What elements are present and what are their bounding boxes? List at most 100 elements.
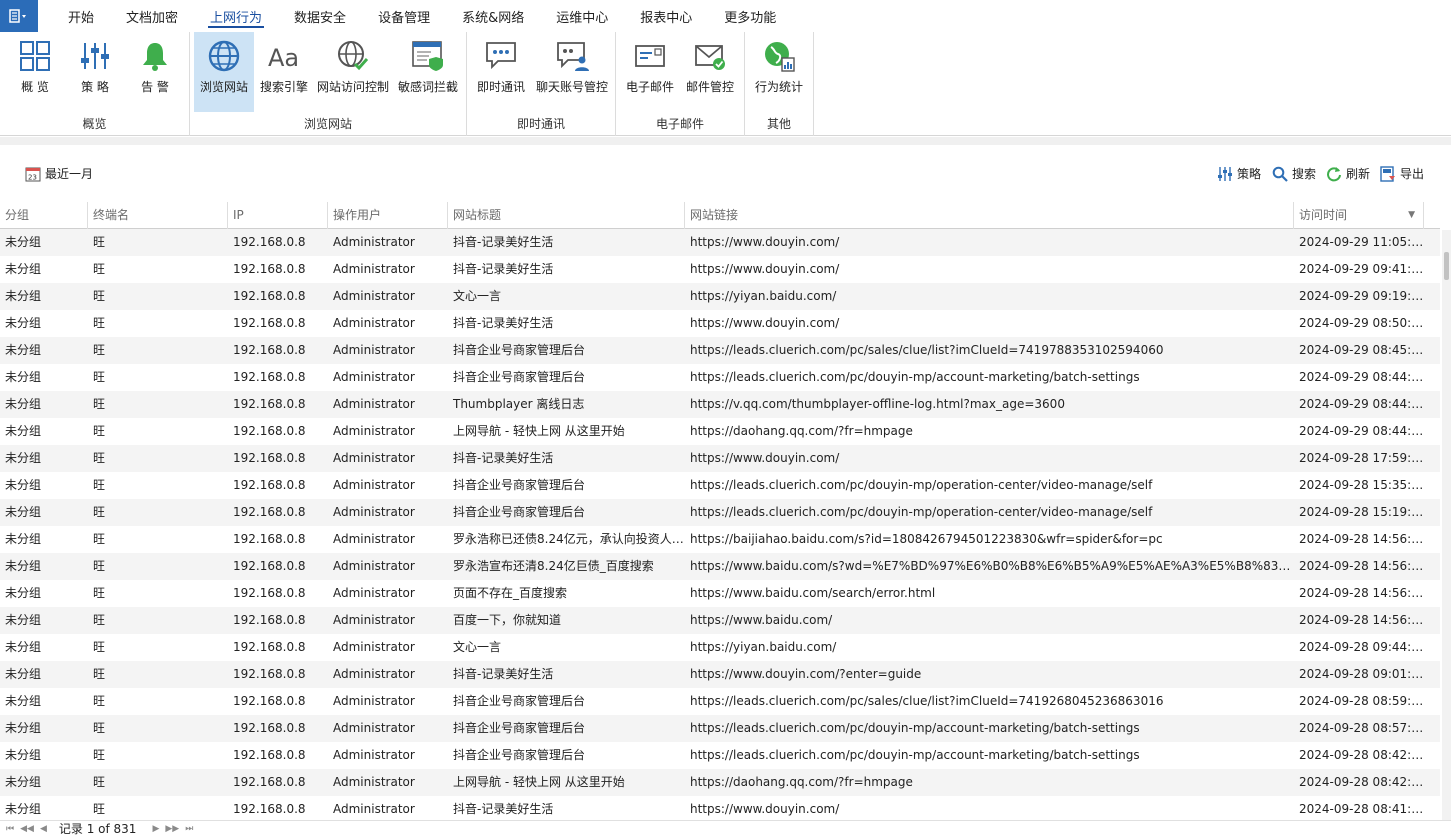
table-row[interactable]: 未分组 旺 192.168.0.8 Administrator 抖音-记录美好生活 htt…	[0, 256, 1440, 283]
site-title-cell: 抖音-记录美好生活	[453, 451, 554, 465]
site-title-cell: 罗永浩称已还债8.24亿元，承认向投资人…	[453, 532, 684, 546]
column-header-terminal[interactable]: 终端名	[88, 202, 228, 229]
group-cell: 未分组	[5, 262, 42, 276]
date-filter-button[interactable]: 23 最近一月	[25, 165, 93, 182]
search-icon	[1272, 166, 1288, 182]
column-header-group[interactable]: 分组	[0, 202, 88, 229]
column-header-site-title[interactable]: 网站标题	[448, 202, 685, 229]
policy-toolbar-button[interactable]: 策略	[1217, 165, 1261, 182]
menu-tab-web-behavior[interactable]: 上网行为	[194, 0, 278, 32]
site-url-cell: https://leads.cluerich.com/pc/douyin-mp/…	[690, 505, 1153, 519]
scrollbar-thumb[interactable]	[1444, 252, 1449, 280]
column-header-user[interactable]: 操作用户	[328, 202, 448, 229]
overview-button[interactable]: 概 览	[10, 32, 60, 112]
menu-tab-start[interactable]: 开始	[52, 0, 110, 32]
visit-time-cell: 2024-09-28 17:59:28	[1299, 451, 1424, 465]
next-page-button[interactable]: ▶▶	[165, 824, 179, 834]
ribbon: 概 览 策 略 告 警 概览 浏览网站 Aa 搜索引擎 网站访问控制 敏感词拦截…	[0, 32, 1451, 136]
table-row[interactable]: 未分组 旺 192.168.0.8 Administrator 抖音企业号商家管理后台 h…	[0, 337, 1440, 364]
sensitive-words-button[interactable]: 敏感词拦截	[396, 32, 460, 112]
site-url-cell: https://www.douyin.com/	[690, 316, 840, 330]
menu-tab-system-network[interactable]: 系统&网络	[446, 0, 540, 32]
table-row[interactable]: 未分组 旺 192.168.0.8 Administrator Thumbplayer …	[0, 391, 1440, 418]
group-cell: 未分组	[5, 613, 42, 627]
first-page-button[interactable]: ⏮	[6, 824, 14, 834]
table-row[interactable]: 未分组 旺 192.168.0.8 Administrator 抖音企业号商家管理后台 h…	[0, 688, 1440, 715]
vertical-scrollbar[interactable]	[1442, 230, 1451, 820]
search-button[interactable]: 搜索	[1272, 165, 1316, 182]
refresh-button[interactable]: 刷新	[1326, 165, 1370, 182]
svg-text:23: 23	[28, 173, 37, 181]
ribbon-group-im: 即时通讯 聊天账号管控 即时通讯	[467, 32, 616, 136]
table-row[interactable]: 未分组 旺 192.168.0.8 Administrator 抖音企业号商家管理后台 h…	[0, 715, 1440, 742]
im-button[interactable]: 即时通讯	[473, 32, 529, 112]
ribbon-group-other: 行为统计 其他	[745, 32, 814, 136]
menu-bar: 开始 文档加密 上网行为 数据安全 设备管理 系统&网络 运维中心 报表中心 更…	[0, 0, 1451, 32]
table-row[interactable]: 未分组 旺 192.168.0.8 Administrator 页面不存在_百度搜索 ht…	[0, 580, 1440, 607]
pager: ⏮ ◀◀ ◀ 记录 1 of 831 ▶ ▶▶ ⏭	[0, 820, 1451, 836]
table-row[interactable]: 未分组 旺 192.168.0.8 Administrator 抖音-记录美好生活 htt…	[0, 310, 1440, 337]
next-record-button[interactable]: ▶	[152, 824, 159, 834]
user-cell: Administrator	[333, 478, 415, 492]
menu-tab-device-manage[interactable]: 设备管理	[362, 0, 446, 32]
site-url-cell: https://www.baidu.com/	[690, 613, 833, 627]
table-row[interactable]: 未分组 旺 192.168.0.8 Administrator 抖音-记录美好生活 htt…	[0, 445, 1440, 472]
site-access-control-button[interactable]: 网站访问控制	[314, 32, 392, 112]
sort-desc-icon[interactable]: ▼	[1408, 202, 1415, 229]
export-button-label: 导出	[1400, 167, 1425, 181]
column-header-ip[interactable]: IP	[228, 202, 328, 229]
table-row[interactable]: 未分组 旺 192.168.0.8 Administrator 抖音-记录美好生活 htt…	[0, 661, 1440, 688]
table-row[interactable]: 未分组 旺 192.168.0.8 Administrator 抖音-记录美好生活 htt…	[0, 229, 1440, 256]
app-menu-icon	[9, 9, 26, 23]
site-access-control-label: 网站访问控制	[316, 80, 389, 94]
menu-tab-more[interactable]: 更多功能	[708, 0, 792, 32]
browse-web-button[interactable]: 浏览网站	[194, 32, 254, 112]
table-row[interactable]: 未分组 旺 192.168.0.8 Administrator 抖音企业号商家管理后台 h…	[0, 742, 1440, 769]
table-row[interactable]: 未分组 旺 192.168.0.8 Administrator 抖音企业号商家管理后台 h…	[0, 499, 1440, 526]
menu-tab-data-security[interactable]: 数据安全	[278, 0, 362, 32]
export-button[interactable]: 导出	[1380, 165, 1424, 182]
user-cell: Administrator	[333, 262, 415, 276]
menu-tab-ops-center[interactable]: 运维中心	[540, 0, 624, 32]
group-cell: 未分组	[5, 343, 42, 357]
search-engine-button[interactable]: Aa 搜索引擎	[258, 32, 310, 112]
column-header-visit-time[interactable]: 访问时间 ▼	[1294, 202, 1424, 229]
site-title-cell: 抖音企业号商家管理后台	[453, 505, 586, 519]
chat-accounts-button[interactable]: 聊天账号管控	[533, 32, 611, 112]
menu-tab-doc-encrypt[interactable]: 文档加密	[110, 0, 194, 32]
terminal-cell: 旺	[93, 532, 106, 546]
group-cell: 未分组	[5, 559, 42, 573]
site-url-cell: https://yiyan.baidu.com/	[690, 640, 837, 654]
terminal-cell: 旺	[93, 397, 106, 411]
globe-stats-icon	[759, 36, 799, 76]
table-row[interactable]: 未分组 旺 192.168.0.8 Administrator 上网导航 - 轻快上网 …	[0, 418, 1440, 445]
table-row[interactable]: 未分组 旺 192.168.0.8 Administrator 罗永浩宣布还清8.24亿…	[0, 553, 1440, 580]
user-cell: Administrator	[333, 316, 415, 330]
site-url-cell: https://v.qq.com/thumbplayer-offline-log…	[690, 397, 1065, 411]
table-row[interactable]: 未分组 旺 192.168.0.8 Administrator 抖音企业号商家管理后台 h…	[0, 472, 1440, 499]
prev-page-button[interactable]: ◀◀	[20, 824, 34, 834]
terminal-cell: 旺	[93, 343, 106, 357]
policy-ribbon-button[interactable]: 策 略	[70, 32, 120, 112]
ip-cell: 192.168.0.8	[233, 505, 306, 519]
table-row[interactable]: 未分组 旺 192.168.0.8 Administrator 文心一言 https://…	[0, 634, 1440, 661]
table-row[interactable]: 未分组 旺 192.168.0.8 Administrator 上网导航 - 轻快上网 …	[0, 769, 1440, 796]
table-row[interactable]: 未分组 旺 192.168.0.8 Administrator 百度一下，你就知道 htt…	[0, 607, 1440, 634]
im-button-label: 即时通讯	[476, 80, 525, 94]
last-page-button[interactable]: ⏭	[185, 824, 193, 834]
menu-tab-report-center[interactable]: 报表中心	[624, 0, 708, 32]
app-menu-button[interactable]	[0, 0, 38, 32]
table-row[interactable]: 未分组 旺 192.168.0.8 Administrator 抖音-记录美好生活 htt…	[0, 796, 1440, 823]
visit-time-cell: 2024-09-29 08:44:42	[1299, 397, 1424, 411]
table-row[interactable]: 未分组 旺 192.168.0.8 Administrator 抖音企业号商家管理后台 h…	[0, 364, 1440, 391]
alert-button[interactable]: 告 警	[130, 32, 180, 112]
table-row[interactable]: 未分组 旺 192.168.0.8 Administrator 罗永浩称已还债8.24亿…	[0, 526, 1440, 553]
user-cell: Administrator	[333, 559, 415, 573]
behavior-stats-button[interactable]: 行为统计	[751, 32, 807, 112]
column-header-site-url[interactable]: 网站链接	[685, 202, 1294, 229]
email-button[interactable]: 电子邮件	[622, 32, 678, 112]
terminal-cell: 旺	[93, 640, 106, 654]
email-control-button[interactable]: 邮件管控	[682, 32, 738, 112]
table-row[interactable]: 未分组 旺 192.168.0.8 Administrator 文心一言 https://…	[0, 283, 1440, 310]
prev-record-button[interactable]: ◀	[40, 824, 47, 834]
